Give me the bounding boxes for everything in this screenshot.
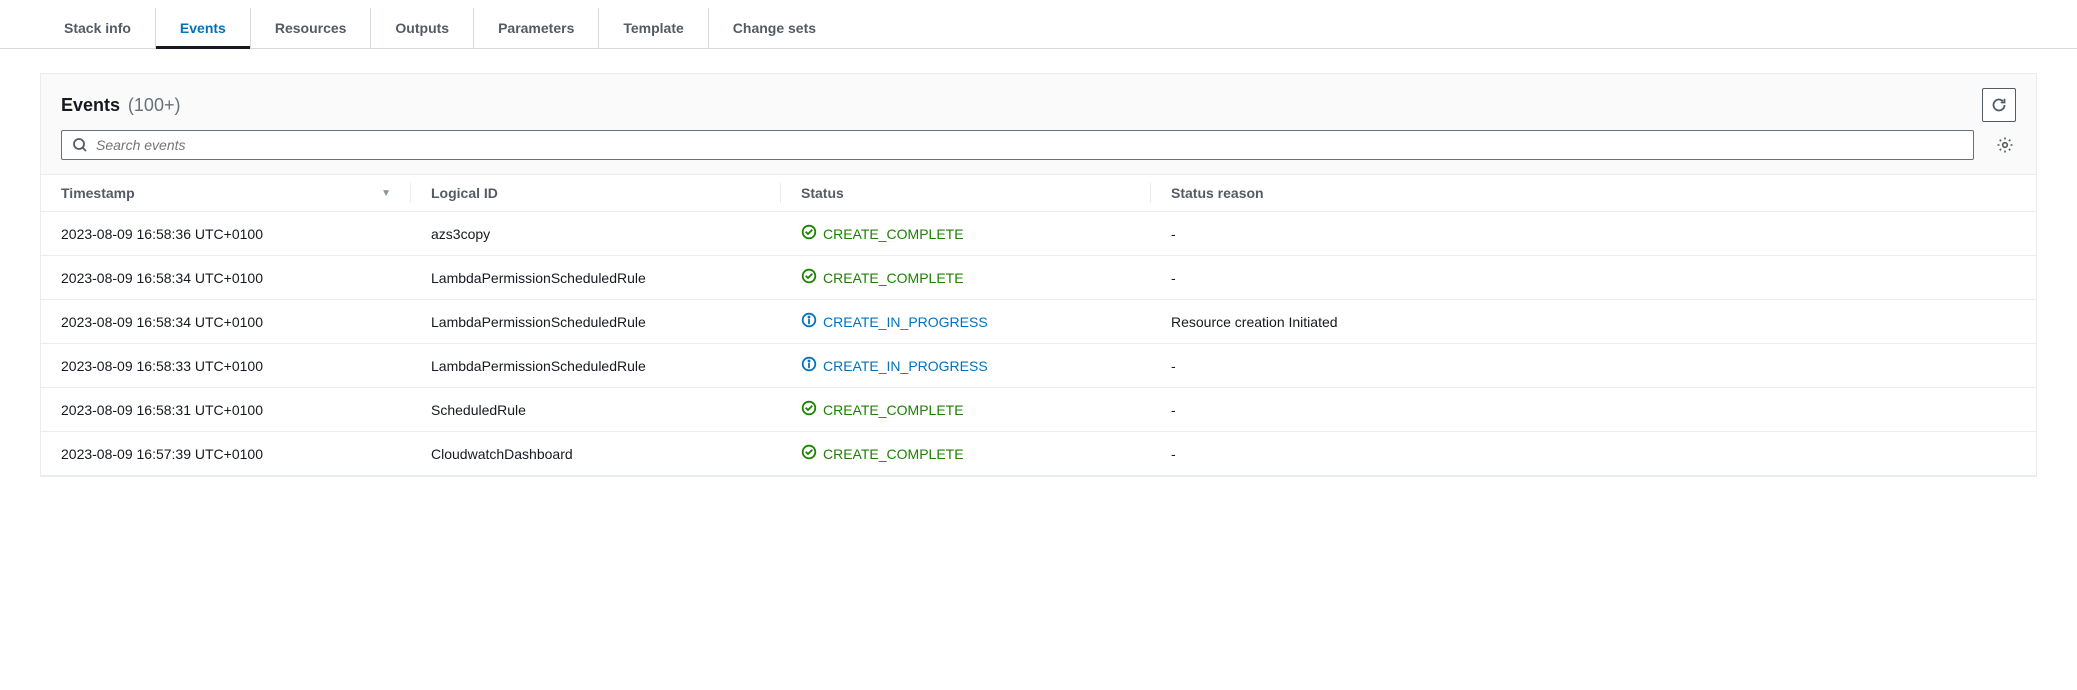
- cell-timestamp: 2023-08-09 16:58:34 UTC+0100: [41, 300, 411, 344]
- col-label: Logical ID: [431, 185, 498, 201]
- panel-title-wrap: Events (100+): [61, 95, 180, 116]
- cell-status-reason: -: [1151, 344, 2036, 388]
- tab-outputs[interactable]: Outputs: [371, 8, 474, 48]
- table-row: 2023-08-09 16:57:39 UTC+0100CloudwatchDa…: [41, 432, 2036, 476]
- status-badge: CREATE_IN_PROGRESS: [801, 312, 1131, 331]
- tab-stack-info[interactable]: Stack info: [40, 8, 156, 48]
- tab-events[interactable]: Events: [156, 8, 251, 48]
- status-text: CREATE_COMPLETE: [823, 270, 964, 286]
- sort-desc-icon: ▼: [381, 188, 391, 199]
- refresh-icon: [1991, 97, 2007, 113]
- cell-timestamp: 2023-08-09 16:58:34 UTC+0100: [41, 256, 411, 300]
- status-badge: CREATE_COMPLETE: [801, 444, 1131, 463]
- tabs-bar: Stack infoEventsResourcesOutputsParamete…: [0, 8, 2077, 49]
- check-circle-icon: [801, 268, 817, 287]
- cell-status-reason: Resource creation Initiated: [1151, 300, 2036, 344]
- cell-logical-id: LambdaPermissionScheduledRule: [411, 256, 781, 300]
- status-text: CREATE_COMPLETE: [823, 402, 964, 418]
- cell-status: CREATE_IN_PROGRESS: [781, 300, 1151, 344]
- status-badge: CREATE_IN_PROGRESS: [801, 356, 1131, 375]
- col-header-status-reason[interactable]: Status reason: [1151, 175, 2036, 212]
- table-row: 2023-08-09 16:58:34 UTC+0100LambdaPermis…: [41, 256, 2036, 300]
- cell-logical-id: LambdaPermissionScheduledRule: [411, 300, 781, 344]
- cell-status: CREATE_COMPLETE: [781, 212, 1151, 256]
- cell-timestamp: 2023-08-09 16:58:31 UTC+0100: [41, 388, 411, 432]
- cell-timestamp: 2023-08-09 16:57:39 UTC+0100: [41, 432, 411, 476]
- col-header-status[interactable]: Status: [781, 175, 1151, 212]
- status-text: CREATE_IN_PROGRESS: [823, 358, 988, 374]
- cell-status: CREATE_COMPLETE: [781, 256, 1151, 300]
- cell-logical-id: LambdaPermissionScheduledRule: [411, 344, 781, 388]
- col-header-timestamp[interactable]: Timestamp ▼: [41, 175, 411, 212]
- tab-resources[interactable]: Resources: [251, 8, 372, 48]
- cell-status-reason: -: [1151, 256, 2036, 300]
- table-row: 2023-08-09 16:58:36 UTC+0100azs3copy CREA…: [41, 212, 2036, 256]
- table-body: 2023-08-09 16:58:36 UTC+0100azs3copy CREA…: [41, 212, 2036, 476]
- check-circle-icon: [801, 224, 817, 243]
- search-input[interactable]: [96, 137, 1963, 153]
- cell-status-reason: -: [1151, 432, 2036, 476]
- cell-timestamp: 2023-08-09 16:58:33 UTC+0100: [41, 344, 411, 388]
- table-header-row: Timestamp ▼ Logical ID Status Status rea…: [41, 175, 2036, 212]
- tab-parameters[interactable]: Parameters: [474, 8, 599, 48]
- cell-status: CREATE_COMPLETE: [781, 432, 1151, 476]
- col-label: Status: [801, 185, 844, 201]
- tab-template[interactable]: Template: [599, 8, 708, 48]
- panel-count: (100+): [128, 95, 181, 115]
- cell-status: CREATE_COMPLETE: [781, 388, 1151, 432]
- search-icon: [72, 137, 88, 153]
- check-circle-icon: [801, 400, 817, 419]
- refresh-button[interactable]: [1982, 88, 2016, 122]
- events-table: Timestamp ▼ Logical ID Status Status rea…: [41, 174, 2036, 476]
- cell-status: CREATE_IN_PROGRESS: [781, 344, 1151, 388]
- tab-change-sets[interactable]: Change sets: [709, 8, 840, 48]
- cell-timestamp: 2023-08-09 16:58:36 UTC+0100: [41, 212, 411, 256]
- table-row: 2023-08-09 16:58:31 UTC+0100ScheduledRul…: [41, 388, 2036, 432]
- events-panel: Events (100+): [40, 73, 2037, 477]
- cell-status-reason: -: [1151, 212, 2036, 256]
- panel-title: Events: [61, 95, 120, 115]
- table-row: 2023-08-09 16:58:34 UTC+0100LambdaPermis…: [41, 300, 2036, 344]
- status-text: CREATE_COMPLETE: [823, 446, 964, 462]
- col-header-logical-id[interactable]: Logical ID: [411, 175, 781, 212]
- col-label: Timestamp: [61, 185, 135, 201]
- cell-logical-id: azs3copy: [411, 212, 781, 256]
- col-label: Status reason: [1171, 185, 1264, 201]
- check-circle-icon: [801, 444, 817, 463]
- cell-status-reason: -: [1151, 388, 2036, 432]
- settings-button[interactable]: [1994, 134, 2016, 156]
- status-text: CREATE_IN_PROGRESS: [823, 314, 988, 330]
- status-badge: CREATE_COMPLETE: [801, 224, 1131, 243]
- search-row: [41, 130, 2036, 174]
- status-badge: CREATE_COMPLETE: [801, 400, 1131, 419]
- info-circle-icon: [801, 356, 817, 375]
- status-badge: CREATE_COMPLETE: [801, 268, 1131, 287]
- info-circle-icon: [801, 312, 817, 331]
- search-box[interactable]: [61, 130, 1974, 160]
- table-row: 2023-08-09 16:58:33 UTC+0100LambdaPermis…: [41, 344, 2036, 388]
- panel-header: Events (100+): [41, 74, 2036, 130]
- cell-logical-id: CloudwatchDashboard: [411, 432, 781, 476]
- status-text: CREATE_COMPLETE: [823, 226, 964, 242]
- gear-icon: [1996, 136, 2014, 154]
- cell-logical-id: ScheduledRule: [411, 388, 781, 432]
